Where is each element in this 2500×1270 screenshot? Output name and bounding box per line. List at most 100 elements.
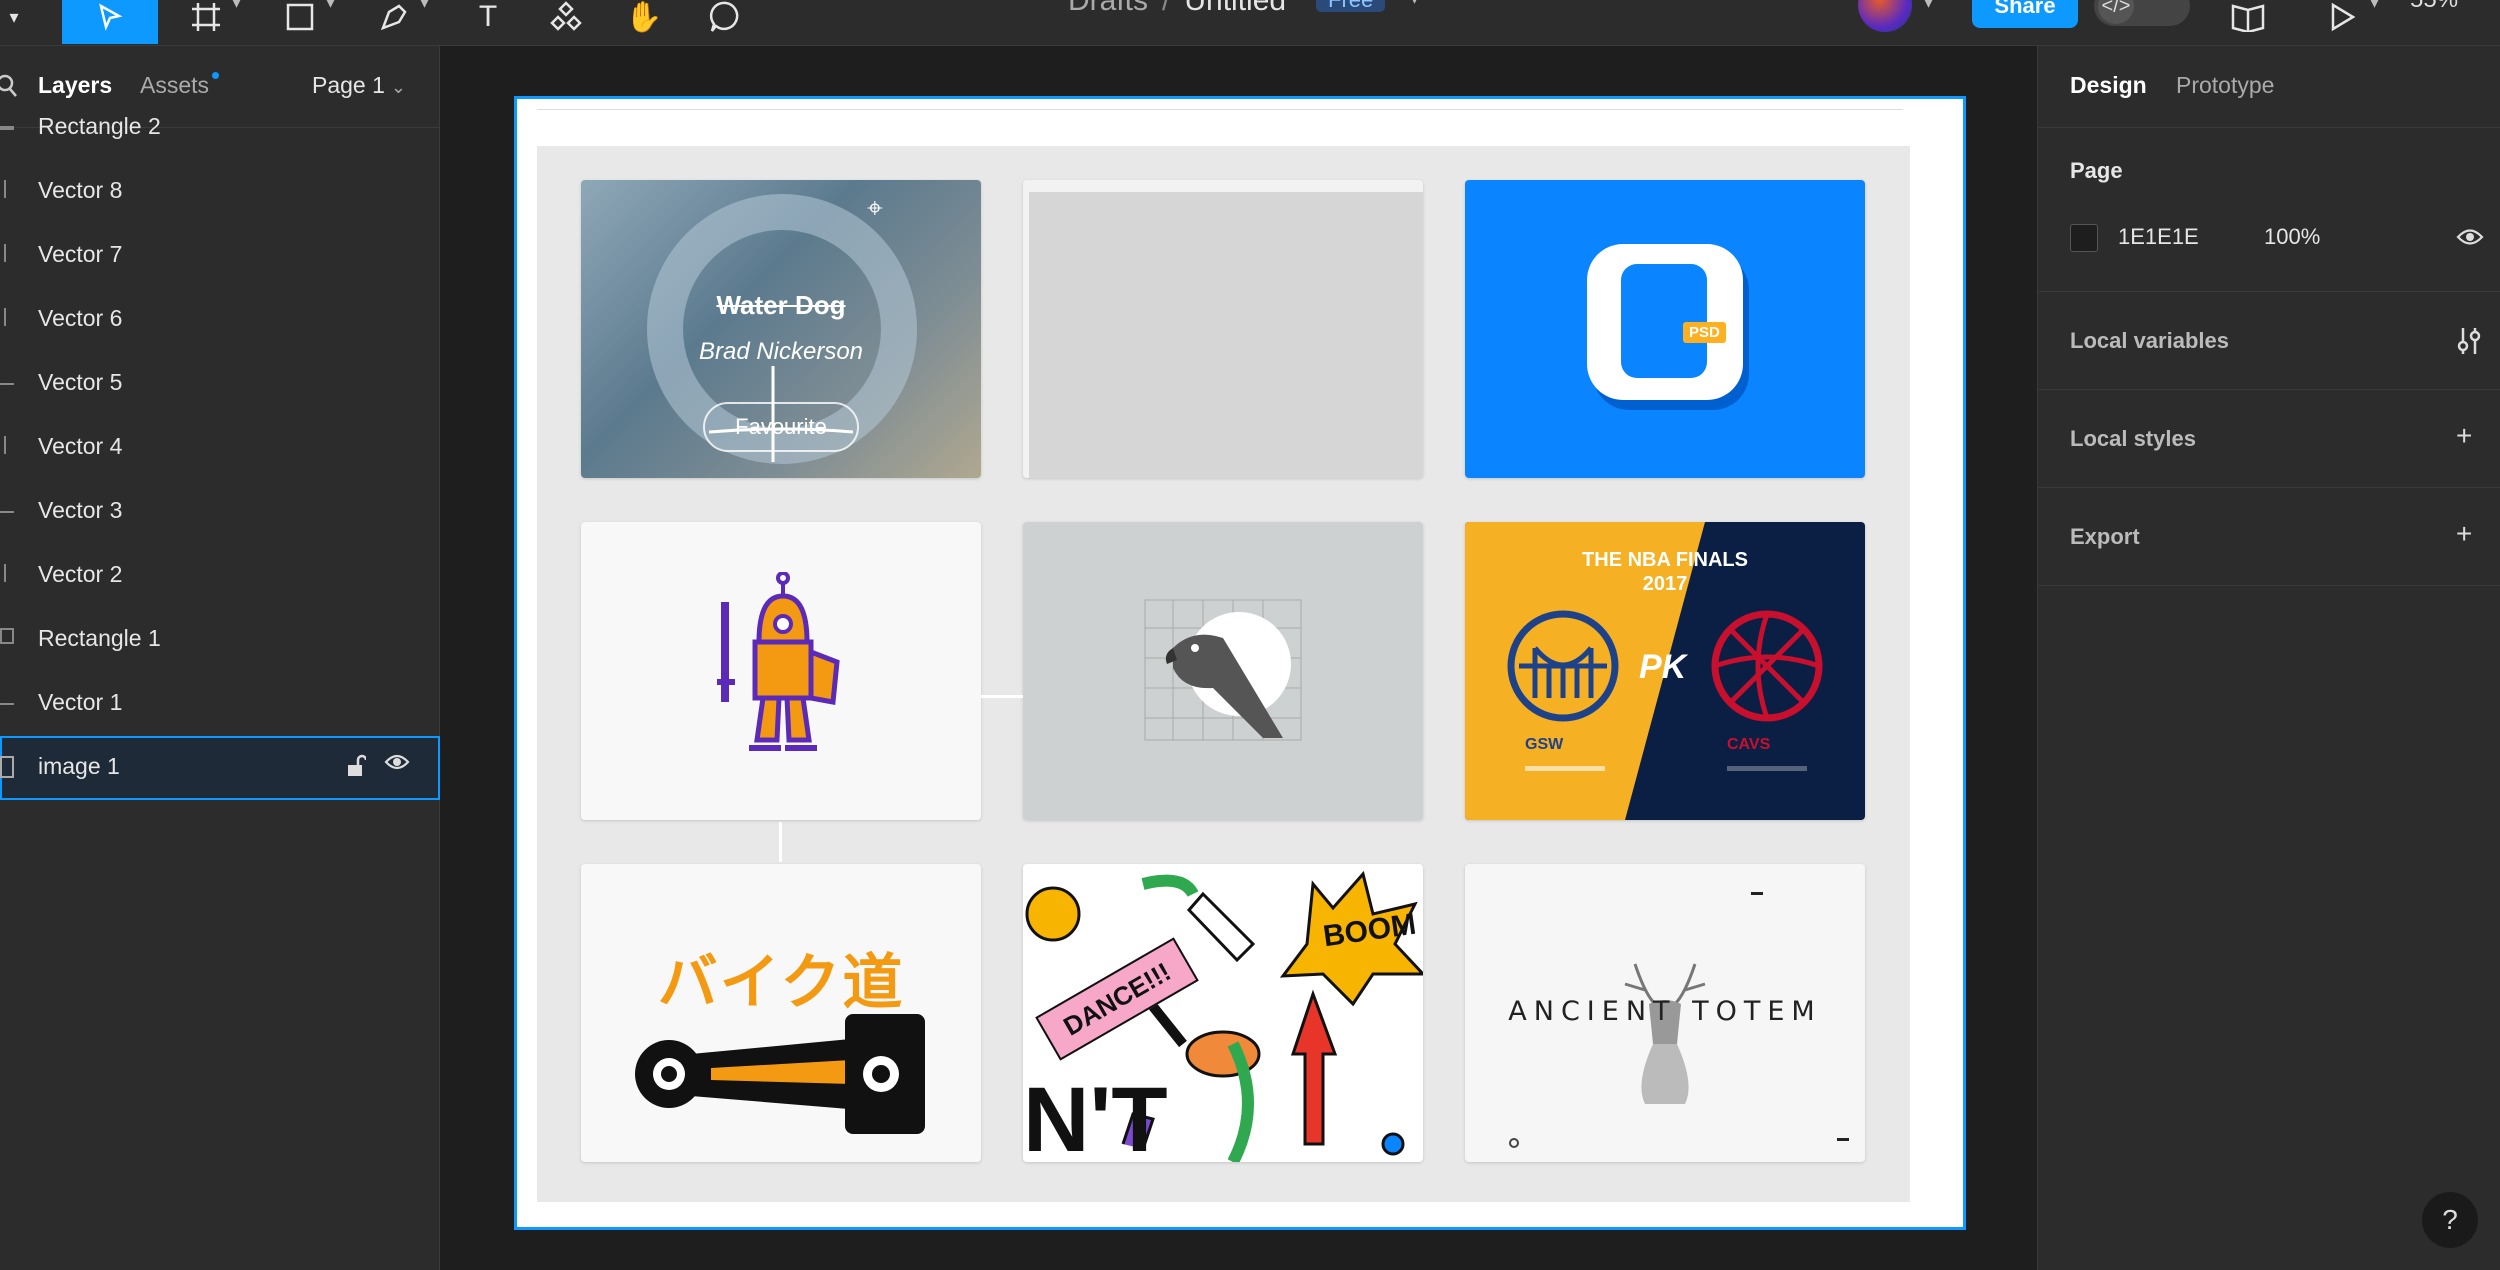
help-button[interactable]: ? (2422, 1192, 2478, 1248)
local-variables-section[interactable]: Local variables (2038, 292, 2500, 390)
connector-line[interactable] (981, 695, 1023, 698)
pen-tool-button[interactable] (364, 0, 424, 44)
chevron-down-icon[interactable]: ▾ (420, 0, 429, 13)
card-robot-knight[interactable] (581, 522, 981, 820)
file-name[interactable]: Untitled (1184, 0, 1286, 17)
text-tool-button[interactable]: T (458, 0, 518, 44)
breadcrumb-drafts[interactable]: Drafts (1068, 0, 1148, 17)
card-nba-finals[interactable]: THE NBA FINALS 2017 PK GSW CAVS (1465, 522, 1865, 820)
export-section[interactable]: Export + (2038, 488, 2500, 586)
page-color-opacity[interactable]: 100% (2264, 224, 2320, 250)
frame-icon (192, 3, 220, 31)
resources-button[interactable] (536, 0, 596, 44)
page-color-swatch[interactable] (2070, 224, 2098, 252)
page-color-hex[interactable]: 1E1E1E (2118, 224, 2199, 250)
layer-row[interactable]: Vector 5 (0, 352, 440, 416)
section-title: Page (2070, 158, 2123, 183)
plus-icon[interactable]: + (2456, 420, 2472, 452)
vector-layer-icon (4, 308, 6, 326)
dash-mark (1751, 892, 1763, 895)
share-button[interactable]: Share (1972, 0, 2078, 28)
layer-name: Vector 5 (38, 369, 123, 395)
card-bike[interactable]: バイク道 (581, 864, 981, 1162)
search-icon[interactable] (0, 74, 18, 98)
chevron-down-icon[interactable]: ▾ (232, 0, 241, 13)
chevron-down-icon[interactable]: ▾ (2370, 0, 2379, 13)
psd-badge: PSD (1683, 322, 1726, 343)
design-panel-tabs: Design Prototype (2038, 46, 2500, 128)
comment-tool-button[interactable] (696, 0, 756, 44)
vector-stroke[interactable] (709, 424, 853, 438)
circle-mark (1509, 1138, 1519, 1148)
play-icon (2331, 2, 2356, 32)
tab-design[interactable]: Design (2070, 72, 2147, 99)
layer-row[interactable]: Vector 8 (0, 160, 440, 224)
frame-tool-button[interactable] (176, 0, 236, 44)
chevron-down-icon[interactable]: ▾ (1410, 0, 1419, 9)
layer-row-selected[interactable]: image 1 (0, 736, 440, 800)
move-tool-button[interactable] (62, 0, 158, 44)
layer-name: Vector 1 (38, 689, 123, 715)
pk-logo: PK (1639, 648, 1687, 686)
unlock-icon[interactable] (346, 754, 366, 778)
rectangle-shape (1023, 180, 1423, 192)
text-icon: T (478, 0, 498, 33)
layer-name: Vector 8 (38, 177, 123, 203)
connector-line[interactable] (779, 822, 782, 862)
design-board-image[interactable]: Water Dog Brad Nickerson Favourite ⌖ PSD (537, 146, 1910, 1202)
layer-row[interactable]: Vector 6 (0, 288, 440, 352)
parrot-logo-illustration (1144, 599, 1302, 741)
hand-tool-button[interactable]: ✋ (614, 0, 674, 44)
eye-icon[interactable] (384, 752, 410, 772)
tab-layers[interactable]: Layers (38, 72, 112, 99)
selected-frame[interactable]: Water Dog Brad Nickerson Favourite ⌖ PSD (514, 96, 1966, 1230)
plus-icon[interactable]: + (2456, 518, 2472, 550)
layer-name: Rectangle 1 (38, 625, 161, 651)
layer-row[interactable]: Vector 7 (0, 224, 440, 288)
rectangle-2-line[interactable] (537, 109, 1903, 110)
card-title: Water Dog (716, 290, 846, 320)
layer-row[interactable]: Vector 1 (0, 672, 440, 736)
page-section: Page 1E1E1E 100% (2038, 128, 2500, 292)
tab-prototype[interactable]: Prototype (2176, 72, 2274, 99)
layer-list: Rectangle 2 Vector 8 Vector 7 Vector 6 V… (0, 113, 440, 864)
shape-tool-button[interactable] (270, 0, 330, 44)
local-styles-section[interactable]: Local styles + (2038, 390, 2500, 488)
gsw-logo (1507, 610, 1619, 722)
vector-layer-icon (4, 436, 6, 454)
vector-stroke[interactable] (771, 366, 775, 462)
code-icon: </> (2098, 0, 2134, 24)
card-blank[interactable] (1023, 180, 1423, 478)
layer-name: image 1 (38, 753, 120, 779)
main-menu-button[interactable]: ▾ (0, 0, 34, 44)
layer-row[interactable]: Vector 2 (0, 544, 440, 608)
layer-row[interactable]: Vector 3 (0, 480, 440, 544)
layer-row[interactable]: Rectangle 1 (0, 608, 440, 672)
page-selector[interactable]: Page 1 ⌄ (312, 72, 406, 99)
layer-row[interactable]: Rectangle 2 (0, 96, 440, 160)
card-parrot-logo[interactable] (1023, 522, 1423, 820)
totem-title: ANCIENT TOTEM (1508, 996, 1822, 1027)
chevron-down-icon[interactable]: ▾ (326, 0, 335, 13)
cavs-logo (1711, 610, 1823, 722)
toolbar: ▾ ▾ ▾ ▾ T ✋ Drafts / Untitled Free ▾ ▾ Sha… (0, 0, 2500, 46)
avatar[interactable] (1858, 0, 1912, 32)
tab-assets[interactable]: Assets (140, 72, 209, 99)
eye-icon[interactable] (2456, 226, 2484, 248)
vector-layer-icon (4, 244, 6, 262)
canvas[interactable]: Water Dog Brad Nickerson Favourite ⌖ PSD (441, 46, 2037, 1270)
card-water-dog[interactable]: Water Dog Brad Nickerson Favourite ⌖ (581, 180, 981, 478)
library-button[interactable] (2222, 0, 2274, 44)
zoom-level[interactable]: 55% (2410, 0, 2458, 14)
dev-mode-toggle[interactable]: </> (2094, 0, 2190, 26)
variables-icon[interactable] (2456, 326, 2482, 356)
card-psd-icon[interactable]: PSD (1465, 180, 1865, 478)
book-icon (2231, 4, 2265, 32)
chevron-down-icon[interactable]: ▾ (1924, 0, 1933, 13)
layer-name: Vector 4 (38, 433, 123, 459)
present-button[interactable] (2318, 0, 2368, 44)
card-doodle[interactable]: DANCE!!! BOOM N'T (1023, 864, 1423, 1162)
card-ancient-totem[interactable]: ANCIENT TOTEM (1465, 864, 1865, 1162)
dash-mark (1837, 1138, 1849, 1141)
layer-row[interactable]: Vector 4 (0, 416, 440, 480)
